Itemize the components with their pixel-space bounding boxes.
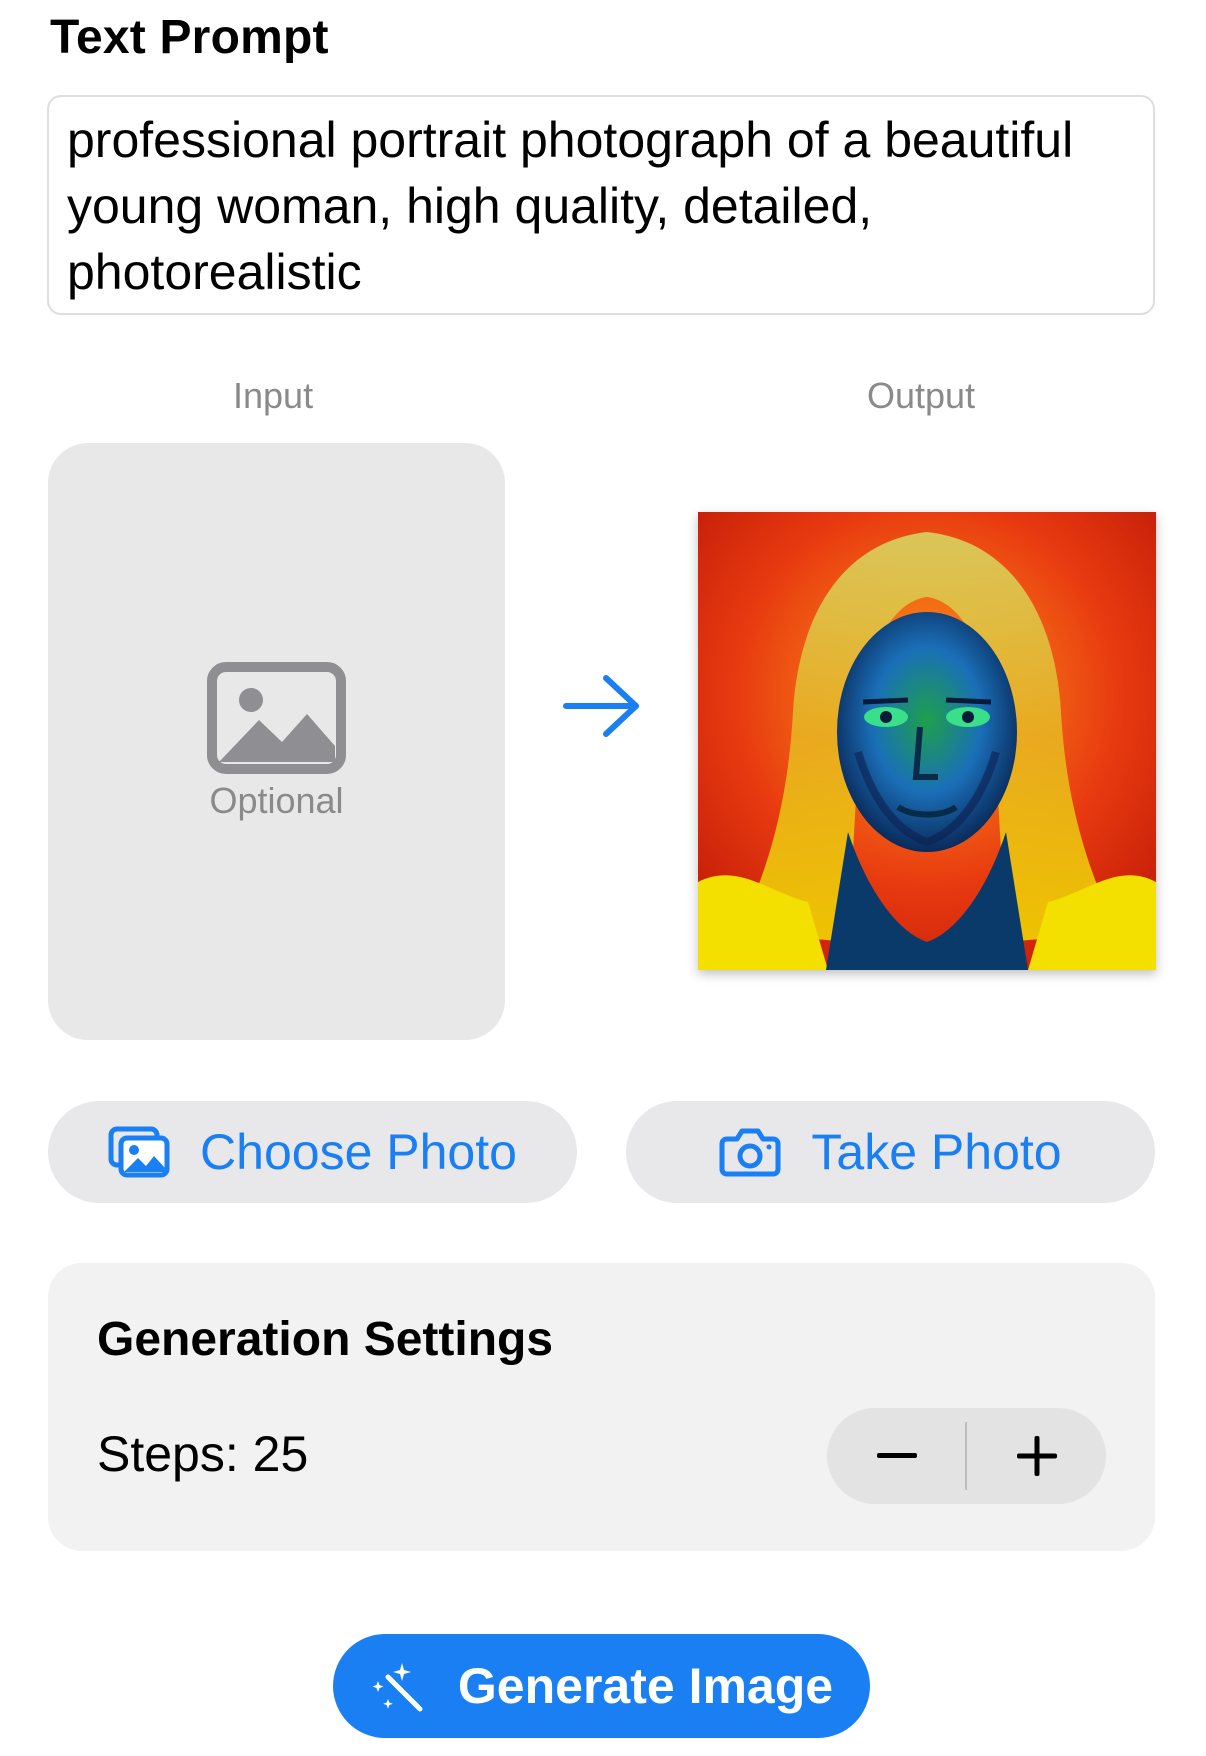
generate-image-button[interactable]: Generate Image (333, 1634, 870, 1738)
generation-settings-card (48, 1263, 1155, 1551)
output-caption: Output (867, 375, 976, 416)
choose-photo-label: Choose Photo (200, 1124, 517, 1180)
photo-library-icon (108, 1126, 170, 1178)
photo-icon (207, 662, 346, 774)
prompt-input[interactable] (47, 95, 1155, 315)
input-caption: Input (233, 375, 314, 416)
take-photo-button[interactable]: Take Photo (626, 1101, 1155, 1203)
generated-portrait-image (698, 512, 1156, 970)
take-photo-label: Take Photo (811, 1124, 1062, 1180)
steps-label: Steps: 25 (97, 1426, 309, 1482)
generate-image-label: Generate Image (457, 1658, 834, 1714)
steps-stepper[interactable] (827, 1408, 1106, 1504)
minus-icon (876, 1453, 917, 1458)
arrow-right-icon (563, 675, 639, 737)
settings-title: Generation Settings (97, 1313, 554, 1366)
prompt-section-title: Text Prompt (50, 11, 329, 64)
plus-icon (1016, 1436, 1057, 1476)
input-placeholder-label: Optional (209, 780, 344, 821)
steps-decrement-button[interactable] (827, 1408, 966, 1504)
output-image (698, 512, 1156, 970)
magic-wand-icon (372, 1663, 423, 1712)
steps-increment-button[interactable] (967, 1408, 1106, 1504)
camera-icon (719, 1128, 781, 1177)
choose-photo-button[interactable]: Choose Photo (48, 1101, 577, 1203)
